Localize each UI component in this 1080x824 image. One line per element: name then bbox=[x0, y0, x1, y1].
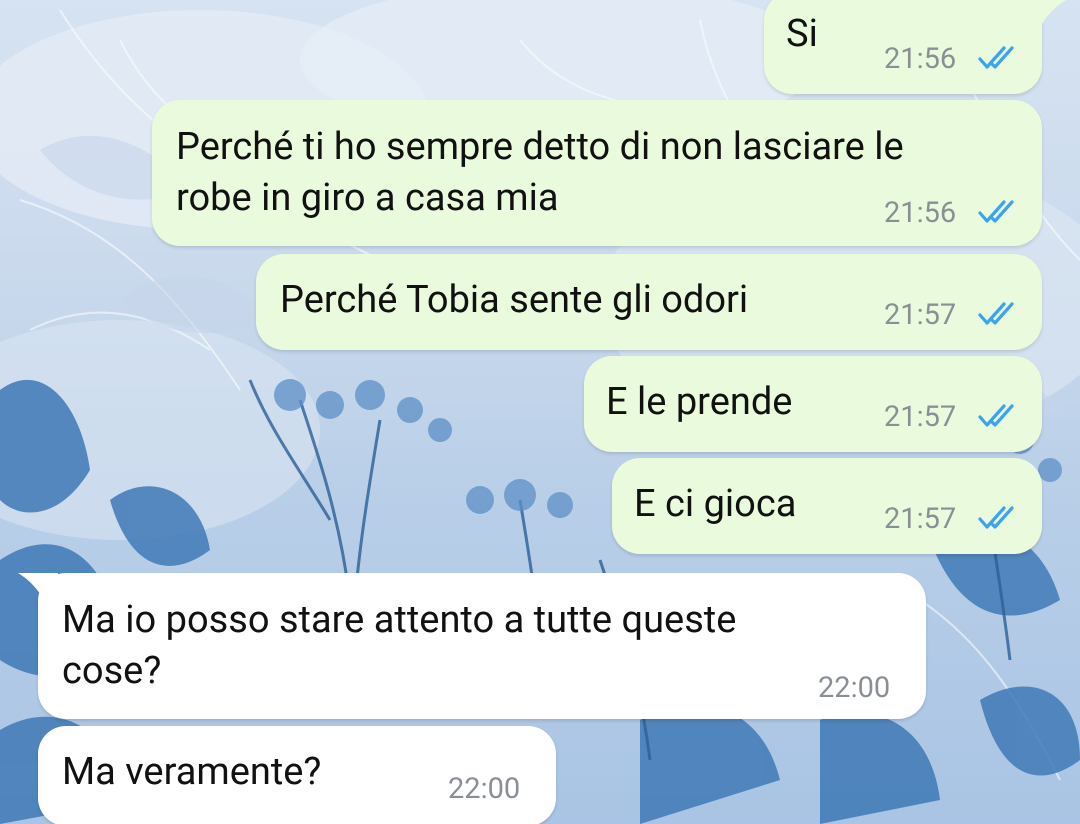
message-text: E ci gioca bbox=[634, 482, 797, 526]
double-check-icon bbox=[978, 404, 1014, 427]
message-text: Ma veramente? bbox=[62, 750, 322, 794]
double-check-icon bbox=[978, 506, 1014, 529]
message-timestamp: 21:57 bbox=[884, 400, 957, 434]
message-text: robe in giro a casa mia bbox=[176, 176, 559, 220]
message-bubble-outgoing[interactable]: E le prende 21:57 bbox=[584, 356, 1042, 452]
double-check-icon bbox=[978, 200, 1014, 223]
message-timestamp: 22:00 bbox=[448, 772, 521, 806]
double-check-icon bbox=[978, 302, 1014, 325]
message-timestamp: 22:00 bbox=[818, 671, 891, 705]
message-timestamp: 21:57 bbox=[884, 502, 957, 536]
bubble-tail bbox=[1026, 0, 1066, 24]
message-text: E le prende bbox=[606, 380, 793, 424]
message-bubble-outgoing[interactable]: Si 21:56 bbox=[764, 0, 1042, 94]
message-timestamp: 21:57 bbox=[884, 298, 957, 332]
message-text: Si bbox=[786, 12, 818, 56]
message-bubble-outgoing[interactable]: Perché Tobia sente gli odori 21:57 bbox=[256, 254, 1042, 350]
message-bubble-outgoing[interactable]: Perché ti ho sempre detto di non lasciar… bbox=[152, 100, 1042, 246]
message-bubble-incoming[interactable]: Ma io posso stare attento a tutte queste… bbox=[38, 573, 926, 719]
message-bubble-outgoing[interactable]: E ci gioca 21:57 bbox=[612, 458, 1042, 554]
message-timestamp: 21:56 bbox=[884, 42, 957, 76]
message-text: Perché ti ho sempre detto di non lasciar… bbox=[176, 125, 904, 169]
message-text: Perché Tobia sente gli odori bbox=[280, 278, 749, 322]
message-text: cose? bbox=[62, 649, 162, 693]
message-text: Ma io posso stare attento a tutte queste bbox=[62, 598, 737, 642]
message-timestamp: 21:56 bbox=[884, 196, 957, 230]
double-check-icon bbox=[978, 46, 1014, 69]
message-bubble-incoming[interactable]: Ma veramente? 22:00 bbox=[38, 726, 556, 824]
